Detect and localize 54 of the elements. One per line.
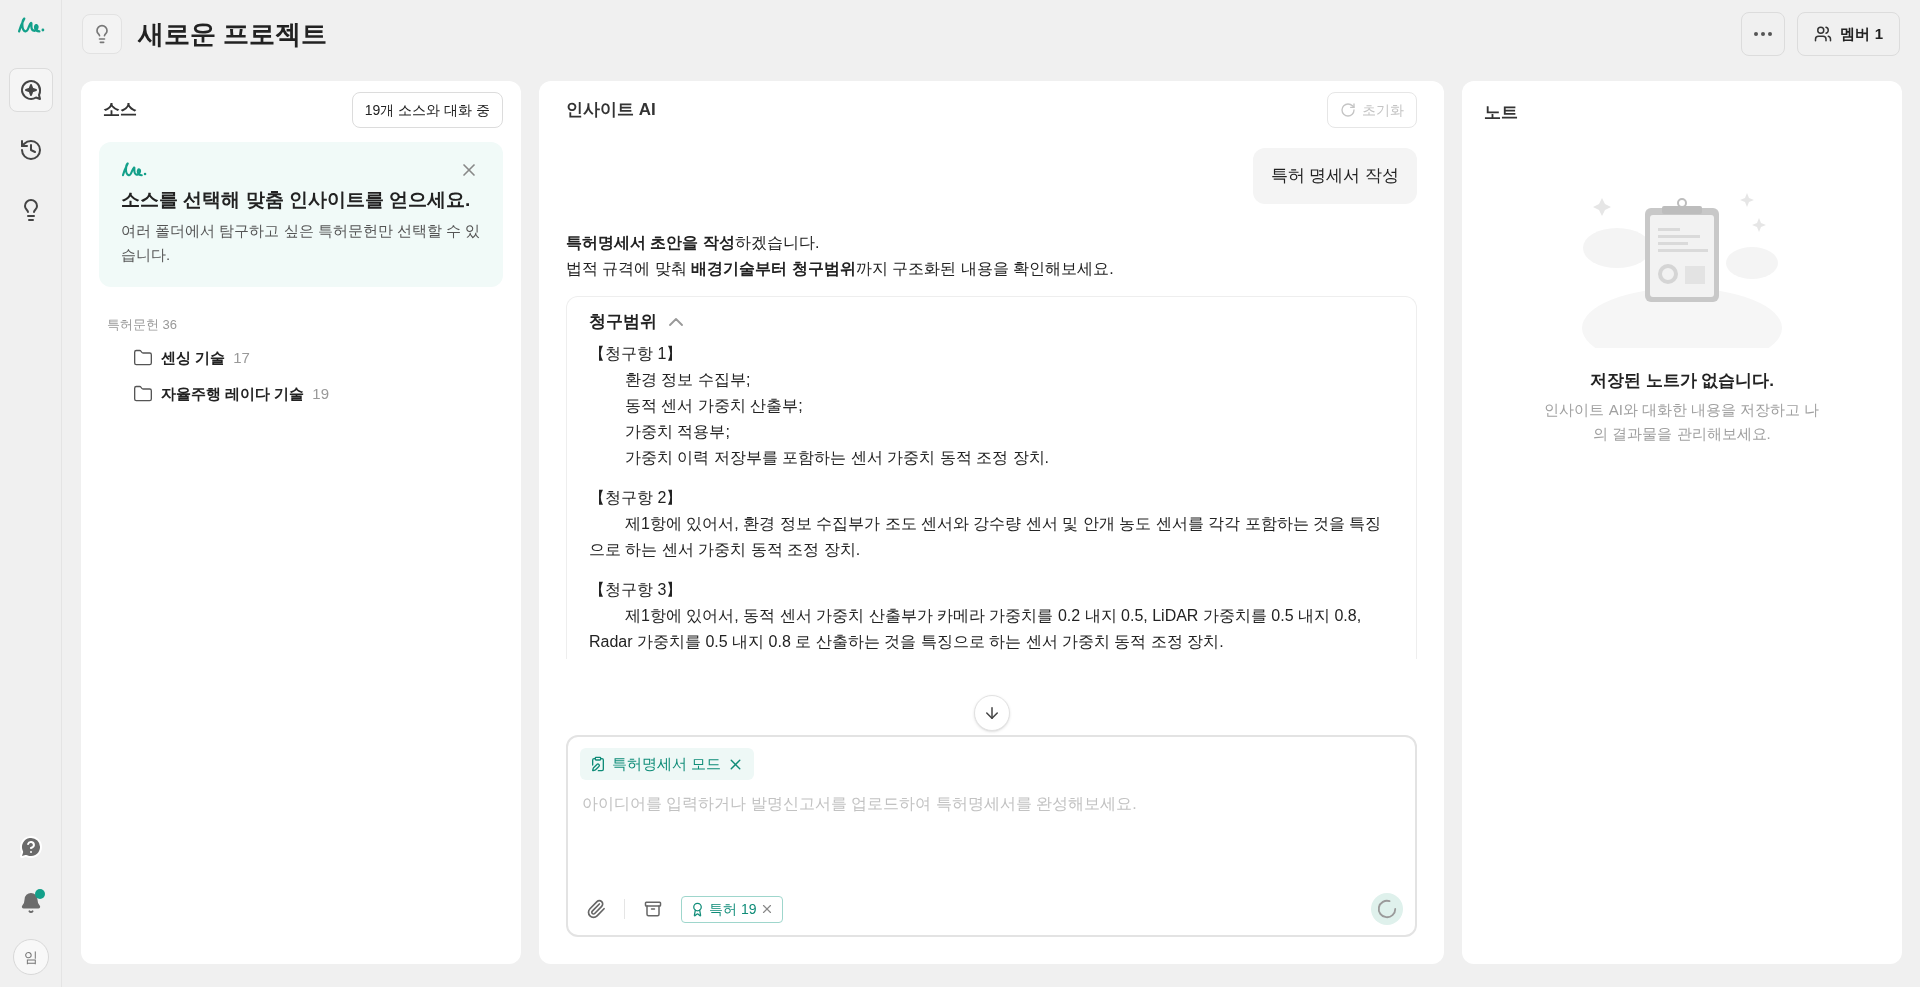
source-chip[interactable]: 특허 19 bbox=[681, 895, 784, 923]
mode-chip[interactable]: 특허명세서 모드 bbox=[580, 748, 755, 780]
chat-scope-button[interactable]: 19개 소스와 대화 중 bbox=[351, 92, 503, 128]
folder-count: 17 bbox=[233, 347, 250, 368]
banner-title: 소스를 선택해 맞춤 인사이트를 얻으세요. bbox=[121, 188, 472, 212]
folder-name: 센싱 기술 bbox=[161, 347, 226, 368]
panel-title: 노트 bbox=[1484, 102, 1519, 125]
project-title: 새로운 프로젝트 bbox=[138, 17, 328, 51]
banner-description: 여러 폴더에서 탐구하고 싶은 특허문헌만 선택할 수 있습니다. bbox=[121, 220, 481, 265]
folder-item[interactable]: 자율주행 레이다 기술 19 bbox=[99, 378, 503, 410]
claim-text: 가중치 이력 저장부를 포함하는 센서 가중치 동적 조정 장치. bbox=[624, 447, 1050, 468]
claim-text: 가중치 적용부; bbox=[624, 421, 731, 442]
logo-icon bbox=[16, 16, 45, 36]
assistant-message-line: 특허명세서 초안을 작성하겠습니다. bbox=[566, 232, 821, 253]
bell-icon bbox=[19, 892, 42, 914]
group-label: 특허문헌 36 bbox=[107, 315, 179, 334]
prompt-field[interactable]: 특허명세서 모드 아이디어를 입력하거나 발명신고서를 업로드하여 특허명세서를 완성해보세요. 특허 19 bbox=[566, 735, 1417, 937]
send-button[interactable] bbox=[1371, 893, 1403, 925]
chevron-up-icon bbox=[669, 317, 683, 326]
members-icon bbox=[1814, 25, 1833, 43]
empty-state-description: 인사이트 AI와 대화한 내용을 저장하고 나의 결과물을 관리해보세요. bbox=[1543, 399, 1821, 444]
award-icon bbox=[690, 901, 705, 917]
paperclip-icon bbox=[586, 899, 606, 919]
chat-sparkle-icon bbox=[18, 77, 43, 102]
scroll-down-button[interactable] bbox=[973, 695, 1010, 731]
folder-item[interactable]: 센싱 기술 17 bbox=[99, 342, 503, 374]
claim-heading: 【청구항 2】 bbox=[589, 487, 684, 508]
folder-icon bbox=[133, 384, 153, 404]
claim-text: 환경 정보 수집부; bbox=[624, 369, 752, 390]
claim-heading: 【청구항 1】 bbox=[589, 343, 684, 364]
folder-name: 자율주행 레이다 기술 bbox=[161, 383, 305, 404]
claim-text: 제1항에 있어서, 환경 정보 수집부가 조도 센서와 강수량 센서 및 안개 농도 센서를 각각 포함하는 것을 특징으로 하는 센서 가중치 동적 조정 장치. bbox=[589, 513, 1383, 560]
claim-text: 제1항에 있어서, 동적 센서 가중치 산출부가 카메라 가중치를 0.2 내지 0.5, LiDAR 가중치를 0.5 내지 0.8, Radar 가중치를 0.5 내지 0.8 로 산출하는 것을 특징으로 하는 센서 가중치 동적 조정 장치. bbox=[589, 605, 1363, 652]
claim-heading: 【청구항 3】 bbox=[589, 579, 684, 600]
refresh-icon bbox=[1340, 102, 1356, 118]
history-icon bbox=[18, 137, 43, 162]
loading-spinner-icon bbox=[1376, 898, 1398, 920]
panel-title: 소스 bbox=[102, 99, 137, 122]
assistant-message-line: 법적 규격에 맞춰 배경기술부터 청구범위까지 구조화된 내용을 확인해보세요. bbox=[566, 258, 1115, 279]
insight-chat-nav-button[interactable] bbox=[8, 67, 53, 112]
folder-icon bbox=[133, 348, 153, 368]
help-icon bbox=[18, 835, 43, 859]
avatar-button[interactable]: 임 bbox=[12, 939, 49, 975]
folder-count: 19 bbox=[312, 383, 330, 404]
section-toggle[interactable]: 청구범위 bbox=[589, 306, 683, 337]
user-message-bubble: 특허 명세서 작성 bbox=[1252, 148, 1417, 204]
clipboard-pen-icon bbox=[590, 756, 606, 772]
empty-state-title: 저장된 노트가 없습니다. bbox=[1589, 370, 1775, 392]
claim-text: 동적 센서 가중치 산출부; bbox=[624, 395, 804, 416]
archive-icon bbox=[644, 900, 662, 918]
members-button[interactable]: 멤버 1 bbox=[1797, 12, 1900, 56]
more-icon bbox=[1754, 32, 1773, 36]
project-icon-button[interactable] bbox=[82, 14, 122, 54]
panel-title: 인사이트 AI bbox=[566, 99, 656, 122]
